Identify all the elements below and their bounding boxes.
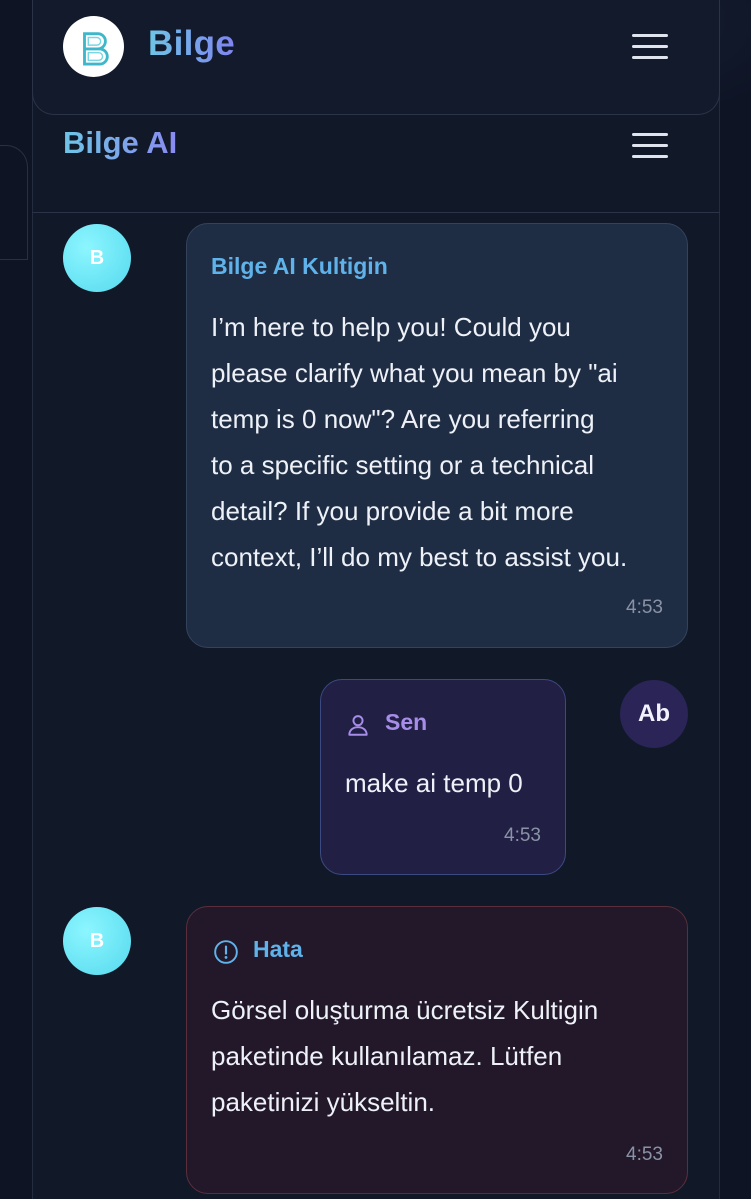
avatar-initial: B (89, 246, 105, 269)
message-line: make ai temp 0 (345, 768, 523, 798)
bot-avatar: B (63, 907, 131, 975)
error-message: Hata Görsel oluşturma ücretsiz Kultigin … (186, 906, 688, 1194)
main-menu-button[interactable] (632, 32, 668, 60)
hamburger-menu-icon (632, 34, 668, 37)
message-sender: Hata (253, 936, 303, 962)
top-header (32, 0, 720, 115)
message-timestamp: 4:53 (626, 597, 663, 618)
message-line: context, I’ll do my best to assist you. (211, 542, 628, 572)
message-sender: Sen (385, 709, 428, 735)
message-line: to a specific setting or a technical (211, 450, 594, 480)
avatar-initials: Ab (638, 700, 670, 727)
alert-circle-icon (214, 940, 238, 964)
message-text: I’m here to help you! Could you please c… (211, 304, 627, 580)
header-divider (32, 212, 720, 213)
bilge-logo-icon (82, 31, 109, 66)
logo[interactable] (63, 16, 124, 77)
chat-menu-button[interactable] (632, 131, 668, 159)
message-line: paketinizi yükseltin. (211, 1087, 435, 1117)
background-panel (0, 145, 28, 260)
user-avatar: Ab (620, 680, 688, 748)
message-timestamp: 4:53 (626, 1144, 663, 1165)
message-sender: Bilge AI Kultigin (211, 253, 388, 279)
message-line: paketinde kullanılamaz. Lütfen (211, 1041, 563, 1071)
user-message: Sen make ai temp 0 4:53 (320, 679, 566, 875)
brand-name[interactable]: Bilge (148, 24, 235, 64)
message-line: detail? If you provide a bit more (211, 496, 574, 526)
assistant-message: Bilge AI Kultigin I’m here to help you! … (186, 223, 688, 648)
message-line: Görsel oluşturma ücretsiz Kultigin (211, 995, 599, 1025)
avatar-initial: B (89, 929, 105, 952)
hamburger-menu-icon (632, 133, 668, 136)
user-icon (348, 715, 368, 736)
message-text: Görsel oluşturma ücretsiz Kultigin paket… (211, 987, 598, 1125)
message-timestamp: 4:53 (504, 825, 541, 846)
message-line: I’m here to help you! Could you (211, 312, 571, 342)
message-text: make ai temp 0 (345, 760, 523, 806)
message-line: please clarify what you mean by "ai (211, 358, 618, 388)
bot-avatar: B (63, 224, 131, 292)
message-line: temp is 0 now"? Are you referring (211, 404, 595, 434)
chat-title: Bilge AI (63, 125, 178, 160)
